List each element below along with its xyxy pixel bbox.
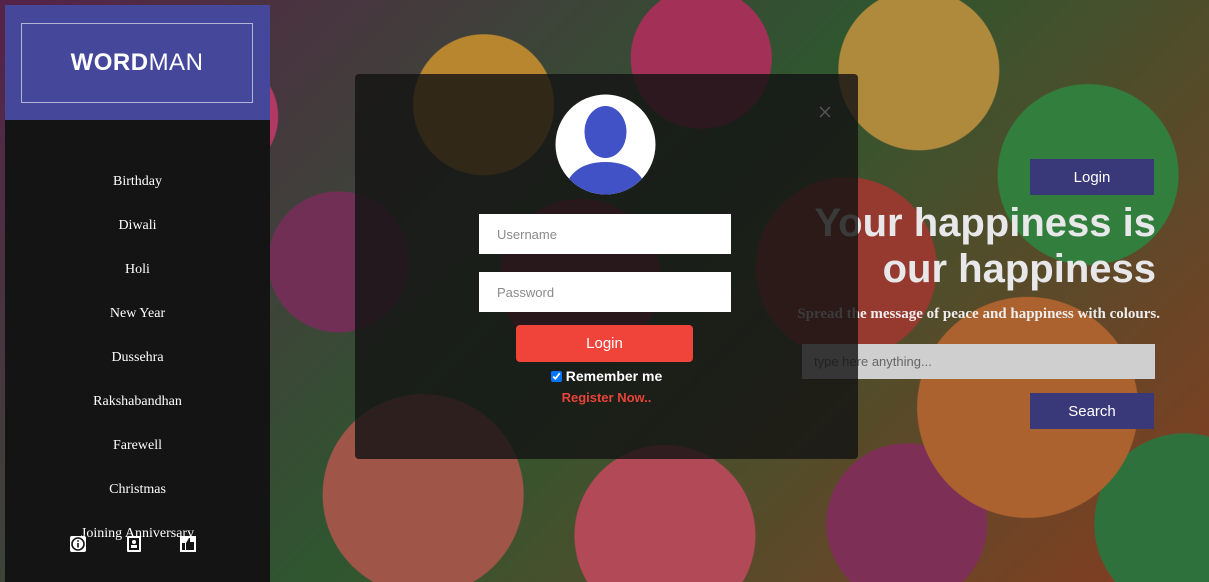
- sidebar-item-diwali[interactable]: Diwali: [5, 204, 270, 248]
- sidebar-nav: Birthday Diwali Holi New Year Dussehra R…: [5, 160, 270, 540]
- sidebar-item-holi[interactable]: Holi: [5, 248, 270, 292]
- contact-card-icon[interactable]: [125, 535, 143, 553]
- login-modal: Login Remember me Register Now..: [355, 74, 858, 459]
- password-input[interactable]: [479, 272, 731, 312]
- sidebar-item-rakshabandhan[interactable]: Rakshabandhan: [5, 380, 270, 424]
- user-avatar-icon: [555, 94, 656, 195]
- info-icon[interactable]: [69, 535, 87, 553]
- sidebar-item-farewell[interactable]: Farewell: [5, 424, 270, 468]
- close-icon[interactable]: [817, 104, 833, 120]
- remember-me: Remember me: [355, 368, 858, 384]
- brand-header: WORD MAN: [5, 5, 270, 120]
- sidebar: WORD MAN Birthday Diwali Holi New Year Du…: [5, 5, 270, 582]
- brand-logo-strong: WORD: [70, 49, 149, 76]
- brand-logo[interactable]: WORD MAN: [21, 23, 253, 103]
- brand-logo-light: MAN: [148, 49, 204, 76]
- username-input[interactable]: [479, 214, 731, 254]
- register-link[interactable]: Register Now..: [355, 390, 858, 405]
- sidebar-item-birthday[interactable]: Birthday: [5, 160, 270, 204]
- remember-me-checkbox[interactable]: [550, 371, 562, 382]
- sidebar-item-dussehra[interactable]: Dussehra: [5, 336, 270, 380]
- header-login-button[interactable]: Login: [1030, 159, 1154, 195]
- thumbs-up-icon[interactable]: [179, 535, 197, 553]
- sidebar-item-christmas[interactable]: Christmas: [5, 468, 270, 512]
- sidebar-item-new-year[interactable]: New Year: [5, 292, 270, 336]
- search-button[interactable]: Search: [1030, 393, 1154, 429]
- login-button[interactable]: Login: [516, 325, 693, 362]
- remember-me-label: Remember me: [565, 368, 663, 384]
- sidebar-footer-icons: [5, 529, 270, 569]
